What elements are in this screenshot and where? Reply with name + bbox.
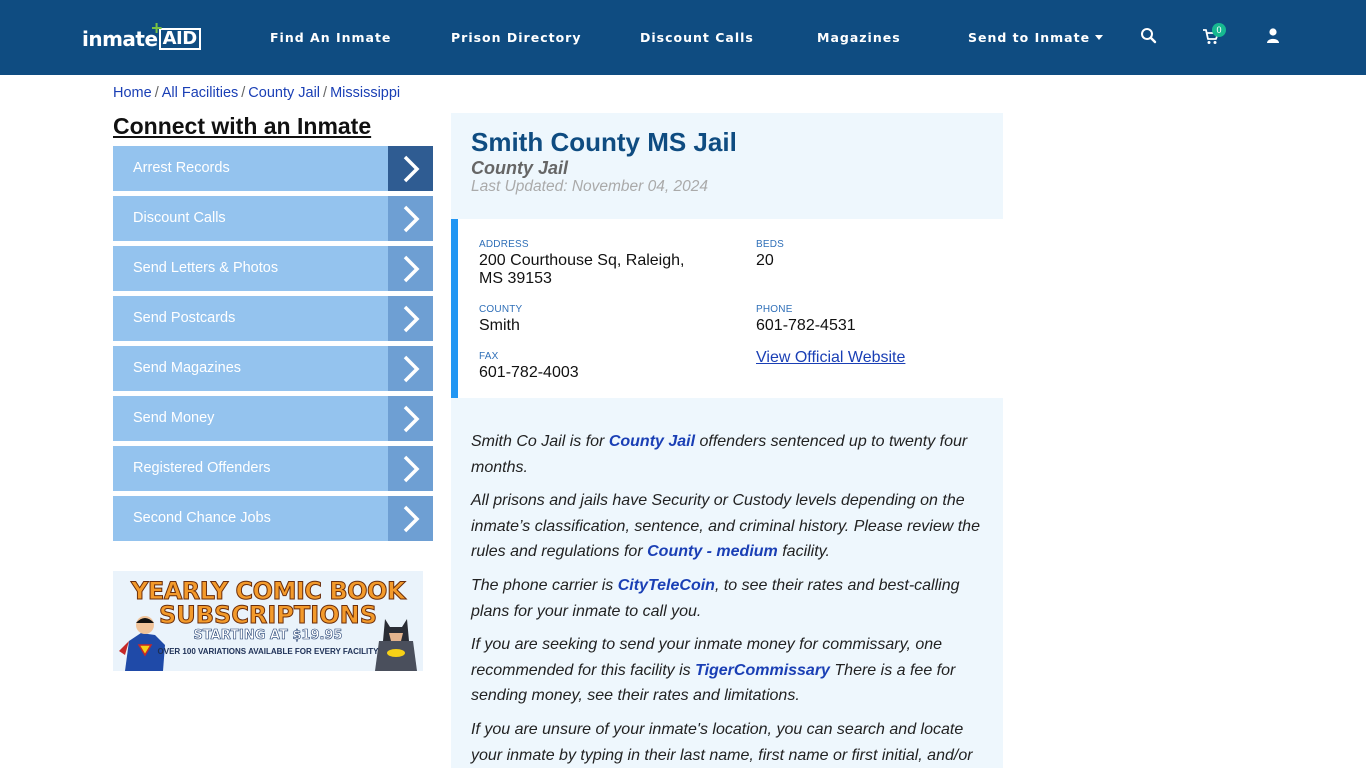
chevron-right-icon bbox=[388, 246, 433, 291]
site-logo[interactable]: inmate AID bbox=[82, 26, 201, 52]
beds-label: BEDS bbox=[756, 239, 785, 250]
sidebar-item-label: Second Chance Jobs bbox=[133, 510, 271, 526]
logo-text: inmate bbox=[82, 27, 158, 51]
text-segment: The phone carrier is bbox=[471, 576, 618, 594]
sidebar-item-label: Send Money bbox=[133, 410, 215, 426]
sidebar-item-label: Arrest Records bbox=[133, 160, 230, 176]
chevron-right-icon bbox=[388, 446, 433, 491]
search-icon[interactable] bbox=[1140, 27, 1158, 45]
breadcrumb-all-facilities[interactable]: All Facilities bbox=[162, 85, 239, 101]
sidebar-item-send-letters-photos[interactable]: Send Letters & Photos bbox=[113, 246, 433, 291]
security-level-link[interactable]: County - medium bbox=[647, 543, 778, 560]
description-paragraph: Smith Co Jail is for County Jail offende… bbox=[471, 429, 986, 480]
phone-value[interactable]: 601-782-4531 bbox=[756, 317, 856, 335]
sidebar-item-label: Registered Offenders bbox=[133, 460, 271, 476]
last-updated: Last Updated: November 04, 2024 bbox=[471, 178, 708, 195]
fax-label: FAX bbox=[479, 351, 499, 362]
page-title: Smith County MS Jail bbox=[471, 127, 737, 157]
sidebar-item-label: Send Postcards bbox=[133, 310, 236, 326]
chevron-right-icon bbox=[388, 496, 433, 541]
nav-find-an-inmate[interactable]: Find An Inmate bbox=[270, 30, 391, 45]
sidebar-item-label: Discount Calls bbox=[133, 210, 226, 226]
site-header: inmate AID Find An Inmate Prison Director… bbox=[0, 0, 1366, 75]
chevron-right-icon bbox=[388, 146, 433, 191]
description-paragraph: The phone carrier is CityTeleCoin, to se… bbox=[471, 573, 986, 624]
logo-accent: AID bbox=[158, 28, 201, 50]
nav-prison-directory[interactable]: Prison Directory bbox=[451, 30, 581, 45]
banner-fineprint: OVER 100 VARIATIONS AVAILABLE FOR EVERY … bbox=[157, 647, 379, 656]
breadcrumb-home[interactable]: Home bbox=[113, 85, 152, 101]
sidebar-item-label: Send Magazines bbox=[133, 360, 242, 376]
breadcrumb-separator: / bbox=[241, 85, 246, 101]
commissary-link[interactable]: TigerCommissary bbox=[695, 662, 830, 679]
text-segment: Smith Co Jail is for bbox=[471, 433, 609, 450]
breadcrumb-mississippi[interactable]: Mississippi bbox=[330, 85, 400, 101]
beds-value: 20 bbox=[756, 252, 774, 269]
county-label: COUNTY bbox=[479, 304, 523, 315]
user-icon[interactable] bbox=[1264, 27, 1282, 45]
sidebar-item-send-magazines[interactable]: Send Magazines bbox=[113, 346, 433, 391]
sidebar-item-send-postcards[interactable]: Send Postcards bbox=[113, 296, 433, 341]
official-website-link[interactable]: View Official Website bbox=[756, 349, 905, 367]
county-jail-link[interactable]: County Jail bbox=[609, 433, 695, 450]
nav-discount-calls[interactable]: Discount Calls bbox=[640, 30, 754, 45]
chevron-right-icon bbox=[388, 346, 433, 391]
breadcrumb: Home / All Facilities / County Jail / Mississi… bbox=[113, 85, 400, 101]
nav-magazines[interactable]: Magazines bbox=[817, 30, 901, 45]
phone-carrier-link[interactable]: CityTeleCoin bbox=[618, 577, 715, 594]
cart-count-badge: 0 bbox=[1212, 23, 1226, 37]
sidebar-item-arrest-records[interactable]: Arrest Records bbox=[113, 146, 433, 191]
connect-title: Connect with an Inmate bbox=[113, 113, 372, 139]
sidebar-item-send-money[interactable]: Send Money bbox=[113, 396, 433, 441]
sidebar-item-discount-calls[interactable]: Discount Calls bbox=[113, 196, 433, 241]
chevron-right-icon bbox=[388, 396, 433, 441]
facility-panel: Smith County MS Jail County Jail Last Up… bbox=[451, 113, 1003, 768]
caret-down-icon bbox=[1095, 35, 1104, 40]
sidebar-item-registered-offenders[interactable]: Registered Offenders bbox=[113, 446, 433, 491]
chevron-right-icon bbox=[388, 196, 433, 241]
breadcrumb-county-jail[interactable]: County Jail bbox=[248, 85, 320, 101]
address-label: ADDRESS bbox=[479, 239, 529, 250]
description-paragraph: If you are seeking to send your inmate m… bbox=[471, 632, 986, 709]
facility-info-card: ADDRESS 200 Courthouse Sq, Raleigh, MS 3… bbox=[451, 219, 1003, 398]
facility-description: Smith Co Jail is for County Jail offende… bbox=[471, 429, 986, 776]
chevron-right-icon bbox=[388, 296, 433, 341]
text-segment: facility. bbox=[777, 543, 830, 561]
comic-subscription-banner[interactable]: YEARLY COMIC BOOK SUBSCRIPTIONS STARTING… bbox=[113, 571, 423, 671]
description-paragraph: If you are unsure of your inmate's locat… bbox=[471, 720, 973, 764]
fax-value: 601-782-4003 bbox=[479, 364, 579, 381]
nav-send-to-inmate-label: Send to Inmate bbox=[968, 30, 1091, 45]
phone-label: PHONE bbox=[756, 304, 793, 315]
sidebar-item-second-chance-jobs[interactable]: Second Chance Jobs bbox=[113, 496, 433, 541]
banner-line-2: SUBSCRIPTIONS bbox=[158, 601, 378, 630]
description-paragraph: All prisons and jails have Security or C… bbox=[471, 488, 986, 565]
banner-price: STARTING AT $19.95 bbox=[193, 628, 343, 644]
breadcrumb-separator: / bbox=[323, 85, 328, 101]
sidebar-menu: Arrest Records Discount Calls Send Lette… bbox=[113, 146, 433, 546]
address-line-1: 200 Courthouse Sq, Raleigh, bbox=[479, 252, 685, 269]
facility-type: County Jail bbox=[471, 158, 569, 178]
breadcrumb-separator: / bbox=[154, 85, 159, 101]
address-value: 200 Courthouse Sq, Raleigh, MS 39153 bbox=[479, 252, 719, 288]
sidebar-item-label: Send Letters & Photos bbox=[133, 260, 279, 276]
county-value: Smith bbox=[479, 317, 520, 334]
nav-send-to-inmate[interactable]: Send to Inmate bbox=[968, 30, 1104, 45]
address-line-2: MS 39153 bbox=[479, 270, 552, 287]
